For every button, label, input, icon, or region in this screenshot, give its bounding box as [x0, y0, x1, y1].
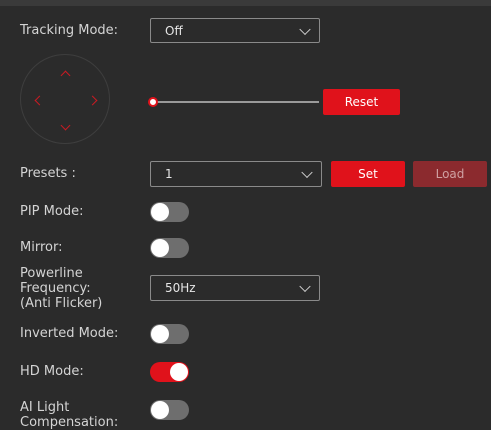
top-strip	[0, 0, 491, 6]
powerline-frequency-select[interactable]: 50Hz	[150, 275, 320, 301]
ai-light-toggle[interactable]	[150, 400, 189, 420]
toggle-knob	[151, 401, 169, 419]
mirror-label: Mirror:	[20, 240, 63, 255]
toggle-knob	[151, 203, 169, 221]
ai-light-label-line2: Compensation:	[20, 415, 119, 430]
pip-mode-label: PIP Mode:	[20, 204, 84, 219]
powerline-label-line2: Frequency:	[20, 281, 91, 296]
chevron-down-icon	[299, 280, 311, 293]
pip-mode-toggle[interactable]	[150, 202, 189, 222]
set-preset-button[interactable]: Set	[331, 161, 405, 187]
hd-mode-toggle[interactable]	[150, 362, 189, 382]
inverted-mode-toggle[interactable]	[150, 324, 189, 344]
zoom-slider-track[interactable]	[152, 101, 319, 103]
load-preset-button[interactable]: Load	[413, 161, 487, 187]
chevron-up-icon[interactable]	[60, 70, 71, 81]
presets-label: Presets :	[20, 166, 76, 181]
chevron-down-icon	[299, 23, 311, 35]
powerline-label-line1: Powerline	[20, 266, 83, 281]
toggle-knob	[151, 239, 169, 257]
tracking-mode-label: Tracking Mode:	[20, 23, 119, 38]
chevron-down-icon[interactable]	[60, 120, 71, 131]
powerline-label-line3: (Anti Flicker)	[20, 296, 103, 311]
presets-value: 1	[165, 167, 173, 181]
powerline-frequency-value: 50Hz	[165, 281, 196, 295]
chevron-right-icon[interactable]	[87, 95, 98, 106]
inverted-mode-label: Inverted Mode:	[20, 326, 119, 341]
tracking-mode-select[interactable]: Off	[150, 18, 320, 43]
hd-mode-label: HD Mode:	[20, 364, 84, 379]
mirror-toggle[interactable]	[150, 238, 189, 258]
ptz-control-pad	[20, 54, 110, 144]
toggle-knob	[151, 325, 169, 343]
presets-select[interactable]: 1	[150, 161, 322, 187]
chevron-left-icon[interactable]	[34, 95, 45, 106]
zoom-slider-thumb[interactable]	[148, 97, 158, 107]
ai-light-label-line1: AI Light	[20, 400, 70, 415]
chevron-down-icon	[301, 166, 313, 179]
toggle-knob	[170, 363, 188, 381]
reset-button[interactable]: Reset	[323, 89, 400, 115]
tracking-mode-value: Off	[165, 23, 183, 38]
